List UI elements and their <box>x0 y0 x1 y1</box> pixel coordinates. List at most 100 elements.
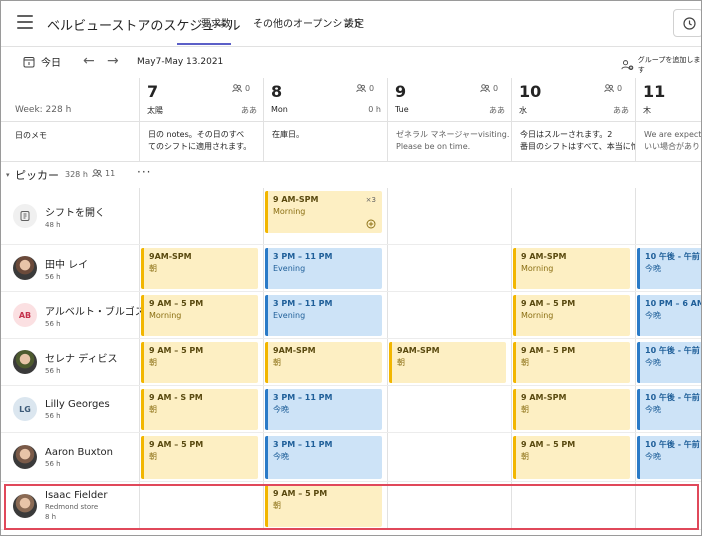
shift-block[interactable]: 9 AM – 5 PM Morning <box>141 295 258 336</box>
shift-block[interactable]: 10 午後 - 午前 6 時今晩 <box>637 342 701 383</box>
tab-settings[interactable]: 設定 <box>344 15 364 30</box>
member-hours: 56 h <box>45 319 61 328</box>
shift-block[interactable]: 3 PM – 11 PM 今晩 <box>265 389 382 430</box>
shift-label: 今晩 <box>645 405 661 414</box>
top-bar: ベルビューストアのスケジュール 要求数 その他のオープンシフト 設定 <box>1 1 701 47</box>
shift-label: Evening <box>273 264 306 273</box>
member-row: シフトを開く 48 h 9 AM-SPM Morning ×3 <box>1 188 701 245</box>
member-name[interactable]: シフトを開く <box>45 204 105 219</box>
add-group-button[interactable]: グループを追加します <box>621 55 701 75</box>
avatar[interactable] <box>13 445 37 469</box>
day-note-cell[interactable]: 今日はスルーされます。2 番目のシフトはすべて、本当に忙 <box>511 122 635 162</box>
calendar-today-icon <box>23 56 35 67</box>
add-group-label: グループを追加します <box>637 56 701 74</box>
day-column-header[interactable]: 8 Mon 0 0 h <box>263 78 387 122</box>
member-row: AB アルベルト・ブルゴス 56 h 9 AM – 5 PM Morning 3 PM –… <box>1 292 701 339</box>
day-name: Tue <box>395 105 409 114</box>
member-info: 田中 レイ 56 h <box>13 245 88 291</box>
shift-label: Morning <box>521 264 554 273</box>
member-info: LG Lilly Georges 56 h <box>13 386 110 432</box>
day-note-line: 在庫日。 <box>272 130 304 139</box>
shift-block[interactable]: 3 PM – 11 PM 今晩 <box>265 436 382 479</box>
previous-week-arrow-icon[interactable]: ← <box>83 53 95 69</box>
tab-requests[interactable]: 要求数 <box>177 15 231 45</box>
group-header[interactable]: ▾ ピッカー 328 h 11 ··· <box>1 162 701 188</box>
assign-pin-icon[interactable] <box>366 219 376 229</box>
day-column-header[interactable]: 7 太陽 0 ああ <box>139 78 263 122</box>
day-note-cell[interactable]: We are expecting いい場合があります <box>635 122 701 162</box>
shift-block[interactable]: 9AM-SPM 朝 <box>141 248 258 289</box>
avatar[interactable] <box>13 350 37 374</box>
shift-block[interactable]: 10 PM – 6 AM 今晩 <box>637 295 701 336</box>
shift-count-badge: ×3 <box>365 196 376 204</box>
day-note-cell[interactable]: ゼネラル マネージャーvisiting. Please be on time. <box>387 122 511 162</box>
shift-time: 9AM-SPM <box>397 346 440 355</box>
shift-block[interactable]: 10 午後 - 午前 6 時今晩 <box>637 389 701 430</box>
member-info: シフトを開く 48 h <box>13 188 105 244</box>
day-people-count: 0 <box>604 84 622 93</box>
day-column-header[interactable]: 9 Tue 0 ああ <box>387 78 511 122</box>
day-name: Mon <box>271 105 288 114</box>
shift-block[interactable]: 10 午後 - 午前 6 時今晩 <box>637 248 701 289</box>
shift-block[interactable]: 10 午後 - 午前 6 時今晩 <box>637 436 701 479</box>
date-range-picker[interactable]: May7-May 13.2021 <box>137 57 223 67</box>
toolbar: 今日 ← → May7-May 13.2021 グループを追加します <box>1 48 701 78</box>
member-hours: 56 h <box>45 366 61 375</box>
schedule-cell[interactable] <box>387 386 511 432</box>
avatar[interactable]: LG <box>13 397 37 421</box>
week-hours-label: Week: 228 h <box>15 105 72 115</box>
shift-block[interactable]: 3 PM – 11 PM Evening <box>265 248 382 289</box>
shift-label: 朝 <box>149 358 157 367</box>
member-name[interactable]: 田中 レイ <box>45 256 88 271</box>
shift-block[interactable]: 9AM-SPM 朝 <box>389 342 506 383</box>
avatar[interactable] <box>13 256 37 280</box>
member-name[interactable]: アルベルト・ブルゴス <box>45 303 145 318</box>
people-icon <box>232 84 242 93</box>
shift-time: 9AM-SPM <box>149 252 192 261</box>
day-note-cell[interactable]: 日の notes。その日のすべ てのシフトに適用されます。 <box>139 122 263 162</box>
shift-block[interactable]: 9 AM-SPM Morning <box>513 248 630 289</box>
member-name[interactable]: Lilly Georges <box>45 399 110 410</box>
day-note-line: Please be on time. <box>396 142 471 151</box>
schedule-cell[interactable] <box>511 188 635 244</box>
shift-block[interactable]: 9 AM – 5 PM Morning <box>513 295 630 336</box>
day-people-count: 0 <box>480 84 498 93</box>
day-number: 8 <box>271 82 283 101</box>
day-column-header[interactable]: 11木0 <box>635 78 701 122</box>
shift-block[interactable]: 9 AM - S PM 朝 <box>141 389 258 430</box>
shift-block[interactable]: 9AM-SPM 朝 <box>265 342 382 383</box>
shift-block[interactable]: 9 AM-SPM 朝 <box>513 389 630 430</box>
hamburger-menu-icon[interactable] <box>17 15 33 29</box>
shift-time: 10 午後 - 午前 6 時 <box>645 252 701 261</box>
member-info: AB アルベルト・ブルゴス 56 h <box>13 292 145 338</box>
day-column-header[interactable]: 10 水 0 ああ <box>511 78 635 122</box>
shift-block[interactable]: 9 AM-SPM Morning ×3 <box>265 191 382 233</box>
schedule-cell[interactable] <box>139 188 263 244</box>
member-name[interactable]: Aaron Buxton <box>45 447 113 458</box>
member-name[interactable]: セレナ ディビス <box>45 350 117 365</box>
group-more-options-button[interactable]: ··· <box>137 165 151 179</box>
today-button[interactable]: 今日 <box>23 54 61 69</box>
day-note-line: てのシフトに適用されます。 <box>148 142 252 151</box>
shift-time: 9 AM-SPM <box>273 195 319 204</box>
shift-block[interactable]: 9 AM – 5 PM 朝 <box>141 342 258 383</box>
shift-block[interactable]: 9 AM – 5 PM 朝 <box>141 436 258 479</box>
shift-block[interactable]: 9 AM – 5 PM 朝 <box>513 342 630 383</box>
schedule-cell[interactable] <box>387 188 511 244</box>
avatar[interactable]: AB <box>13 303 37 327</box>
schedule-cell[interactable] <box>635 188 701 244</box>
time-clock-button[interactable] <box>673 9 701 37</box>
schedule-cell[interactable] <box>387 245 511 291</box>
shift-block[interactable]: 3 PM – 11 PM Evening <box>265 295 382 336</box>
schedule-cell[interactable] <box>387 292 511 338</box>
shift-time: 9AM-SPM <box>273 346 316 355</box>
schedule-cell[interactable] <box>387 433 511 481</box>
shift-label: Morning <box>521 311 554 320</box>
people-icon <box>356 84 366 93</box>
day-note-cell[interactable]: 在庫日。 <box>263 122 387 162</box>
collapse-caret-icon[interactable]: ▾ <box>6 171 10 179</box>
shift-time: 9 AM – 5 PM <box>521 299 576 308</box>
shift-block[interactable]: 9 AM – 5 PM 朝 <box>513 436 630 479</box>
next-week-arrow-icon[interactable]: → <box>107 53 119 69</box>
shift-time: 10 午後 - 午前 6 時 <box>645 393 701 402</box>
